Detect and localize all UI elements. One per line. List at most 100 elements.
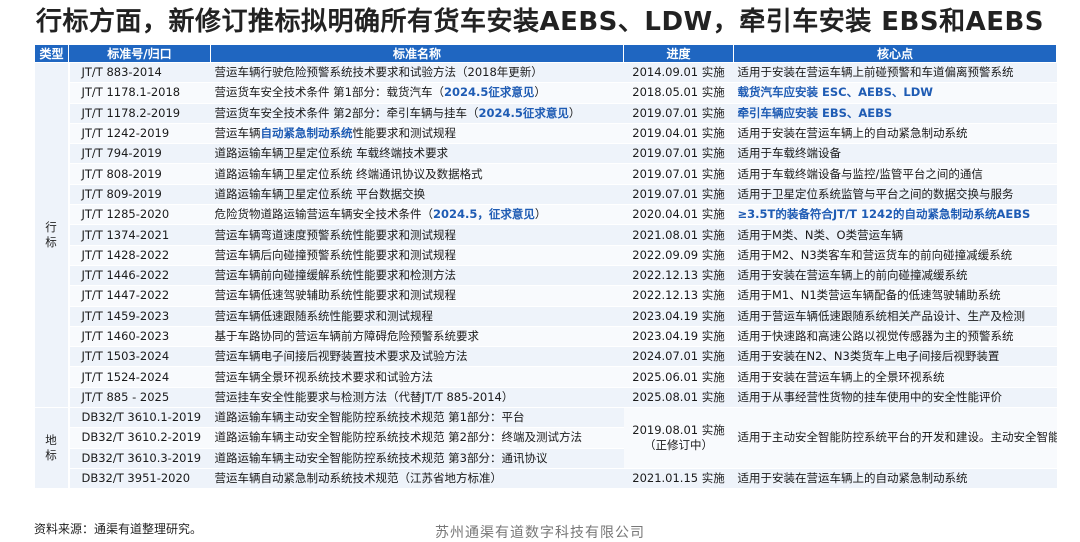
standard-name: 营运车辆低速驾驶辅助系统性能要求和测试规程 (210, 285, 624, 307)
standard-name: 基于车路协同的营运车辆前方障碍危险预警系统要求 (210, 326, 624, 348)
progress: 2019.07.01 实施 (623, 184, 734, 206)
header-progress: 进度 (623, 44, 734, 63)
standard-name-text: ） (568, 105, 581, 120)
table-row: JT/T 1242-2019 营运车辆自动紧急制动系统性能要求和测试规程 2019.… (35, 123, 1057, 145)
standard-name: 道路运输车辆卫星定位系统 车载终端技术要求 (210, 143, 624, 165)
key-point: 适用于从事经营性货物的挂车使用中的安全性能评价 (733, 387, 1057, 409)
table-row: DB32/T 3951-2020 营运车辆自动紧急制动系统技术规范（江苏省地方标准… (35, 468, 1057, 490)
key-point: 适用于安装在营运车辆上的全景环视系统 (733, 366, 1057, 388)
standard-name-text: 营运货车安全技术条件 第2部分：牵引车辆与挂车（ (214, 105, 479, 120)
progress: 2022.12.13 实施 (623, 265, 734, 287)
standard-name: 道路运输车辆主动安全智能防控系统技术规范 第2部分：终端及测试方法 (210, 427, 624, 449)
footer-company: 苏州通渠有道数字科技有限公司 (435, 525, 645, 541)
standard-code: JT/T 1524-2024 (68, 366, 211, 388)
standard-name: 营运车辆自动紧急制动系统技术规范（江苏省地方标准） (210, 468, 624, 490)
table-row: 行 标 JT/T 883-2014 营运车辆行驶危险预警系统技术要求和试验方法（20… (34, 62, 1057, 409)
progress: 2020.04.01 实施 (623, 204, 734, 226)
progress: 2024.07.01 实施 (623, 346, 734, 368)
standard-code: JT/T 1374-2021 (68, 224, 211, 246)
table-row: JT/T 1178.2-2019 营运货车安全技术条件 第2部分：牵引车辆与挂车（… (35, 103, 1057, 124)
standard-name-text: 营运车辆 (214, 126, 261, 141)
standard-code: JT/T 809-2019 (68, 184, 211, 206)
key-point: 适用于安装在N2、N3类货车上电子间接后视野装置 (733, 346, 1057, 368)
standard-name: 营运车辆后向碰撞预警系统性能要求和测试规程 (210, 245, 624, 266)
standard-name: 营运车辆全景环视系统技术要求和试验方法 (210, 366, 624, 388)
progress: 2019.04.01 实施 (623, 123, 734, 145)
progress: 2014.09.01 实施 (623, 62, 734, 84)
key-point: 适用于M1、N1类营运车辆配备的低速驾驶辅助系统 (733, 285, 1057, 307)
key-point: 适用于快速路和高速公路以视觉传感器为主的预警系统 (733, 326, 1057, 348)
table-row: JT/T 1524-2024 营运车辆全景环视系统技术要求和试验方法 2025.06… (35, 366, 1057, 388)
header-type: 类型 (34, 44, 69, 63)
standard-name: 道路运输车辆卫星定位系统 终端通讯协议及数据格式 (210, 163, 624, 185)
table-row: JT/T 809-2019 道路运输车辆卫星定位系统 平台数据交换 2019.07.… (35, 184, 1057, 206)
standard-code: JT/T 883-2014 (68, 62, 211, 84)
key-point: 适用于车载终端设备 (733, 143, 1057, 165)
table-row: JT/T 1178.1-2018 营运货车安全技术条件 第1部分：载货汽车（202… (35, 82, 1057, 104)
standard-name-text: ） (534, 85, 546, 100)
progress: 2021.01.15 实施 (623, 468, 734, 490)
standard-code: JT/T 808-2019 (68, 163, 211, 185)
progress: 2023.04.19 实施 (623, 326, 734, 348)
standard-name: 营运车辆自动紧急制动系统性能要求和测试规程 (210, 123, 624, 145)
group-label-industry: 行 标 (34, 62, 70, 409)
standard-name: 营运货车安全技术条件 第2部分：牵引车辆与挂车（2024.5征求意见） (210, 103, 624, 124)
header-code: 标准号/归口 (68, 44, 211, 63)
progress: 2025.06.01 实施 (623, 366, 734, 388)
standard-code: JT/T 1428-2022 (68, 245, 211, 266)
standard-name-text: 营运货车安全技术条件 第1部分：载货汽车（ (214, 85, 444, 100)
table-row: 地 标 DB32/T 3610.1-2019 道路运输车辆主动安全智能防控系统技术规… (34, 407, 1057, 490)
standard-name: 道路运输车辆主动安全智能防控系统技术规范 第1部分：平台 (210, 407, 624, 429)
key-point-highlight: 载货汽车应安装 ESC、AEBS、LDW (737, 85, 933, 100)
table-row: JT/T 1428-2022 营运车辆后向碰撞预警系统性能要求和测试规程 2022.… (35, 245, 1057, 266)
standards-table: 类型 标准号/归口 标准名称 进度 核心点 行 标 JT/T 883-2014 营运… (34, 44, 1057, 490)
key-point: 适用于M类、N类、O类营运车辆 (733, 224, 1057, 246)
key-point: 适用于安装在营运车辆上的自动紧急制动系统 (733, 123, 1057, 145)
standard-code: JT/T 1447-2022 (68, 285, 211, 307)
progress: 2022.09.09 实施 (623, 245, 734, 266)
table-row: JT/T 885 - 2025 营运挂车安全性能要求与检测方法（代替JT/T 88… (35, 387, 1057, 409)
key-point: 适用于车载终端设备与监控/监管平台之间的通信 (733, 163, 1057, 185)
standard-name: 营运车辆电子间接后视野装置技术要求及试验方法 (210, 346, 624, 368)
standard-name-highlight: 2024.5征求意见 (478, 105, 569, 120)
standard-code: JT/T 794-2019 (68, 143, 211, 165)
standard-code: DB32/T 3951-2020 (68, 468, 211, 490)
key-point: 适用于营运车辆低速跟随系统相关产品设计、生产及检测 (733, 306, 1057, 327)
key-point: ≥3.5T的装备符合JT/T 1242的自动紧急制动系统AEBS (733, 204, 1057, 226)
standard-name-highlight: 2024.5征求意见 (443, 85, 535, 100)
table-row: JT/T 1460-2023 基于车路协同的营运车辆前方障碍危险预警系统要求 202… (35, 326, 1057, 348)
table-row: JT/T 1285-2020 危险货物道路运输营运车辆安全技术条件（2024.5，… (35, 204, 1057, 226)
table-row: JT/T 1459-2023 营运车辆低速跟随系统性能要求和测试规程 2023.04… (35, 306, 1057, 327)
progress: 2019.07.01 实施 (623, 103, 734, 124)
standard-code: DB32/T 3610.2-2019 (68, 427, 211, 449)
table-row: JT/T 1447-2022 营运车辆低速驾驶辅助系统性能要求和测试规程 2022.… (35, 285, 1057, 307)
standard-code: JT/T 1503-2024 (68, 346, 211, 368)
progress: 2023.04.19 实施 (623, 306, 734, 327)
progress-merged: 2019.08.01 实施 （正修订中） (623, 407, 734, 469)
standard-name: 道路运输车辆卫星定位系统 平台数据交换 (210, 184, 624, 206)
standard-name-text: ） (534, 207, 547, 222)
progress: 2025.08.01 实施 (623, 387, 734, 409)
table-header-row: 类型 标准号/归口 标准名称 进度 核心点 (34, 44, 1057, 63)
standard-code: JT/T 1459-2023 (68, 306, 211, 327)
standard-code: JT/T 1242-2019 (68, 123, 211, 145)
standard-name: 营运车辆弯道速度预警系统性能要求和测试规程 (210, 224, 624, 246)
progress: 2022.12.13 实施 (623, 285, 734, 307)
standard-name: 危险货物道路运输营运车辆安全技术条件（2024.5，征求意见） (210, 204, 624, 226)
key-point-highlight: ≥3.5T的装备符合JT/T 1242的自动紧急制动系统AEBS (737, 207, 1031, 222)
key-point: 牵引车辆应安装 EBS、AEBS (733, 103, 1057, 124)
standard-name: 营运挂车安全性能要求与检测方法（代替JT/T 885-2014） (210, 387, 624, 409)
page-title: 行标方面，新修订推标拟明确所有货车安装AEBS、LDW，牵引车安装 EBS和AE… (35, 7, 1045, 37)
progress: 2021.08.01 实施 (623, 224, 734, 246)
table-row: JT/T 808-2019 道路运输车辆卫星定位系统 终端通讯协议及数据格式 201… (35, 163, 1057, 185)
standard-code: JT/T 1460-2023 (68, 326, 211, 348)
standard-name-highlight: 自动紧急制动系统 (260, 126, 353, 141)
key-point: 适用于安装在营运车辆上前碰预警和车道偏离预警系统 (733, 62, 1057, 84)
table-row: JT/T 1446-2022 营运车辆前向碰撞缓解系统性能要求和检测方法 2022.… (35, 265, 1057, 287)
standard-code: JT/T 1178.2-2019 (68, 103, 211, 124)
table-row: JT/T 1503-2024 营运车辆电子间接后视野装置技术要求及试验方法 2024… (35, 346, 1057, 368)
key-point: 适用于安装在营运车辆上的前向碰撞减缓系统 (733, 265, 1057, 287)
standard-name: 营运货车安全技术条件 第1部分：载货汽车（2024.5征求意见） (210, 82, 624, 104)
header-key: 核心点 (733, 44, 1057, 63)
standard-name: 营运车辆行驶危险预警系统技术要求和试验方法（2018年更新） (210, 62, 624, 84)
